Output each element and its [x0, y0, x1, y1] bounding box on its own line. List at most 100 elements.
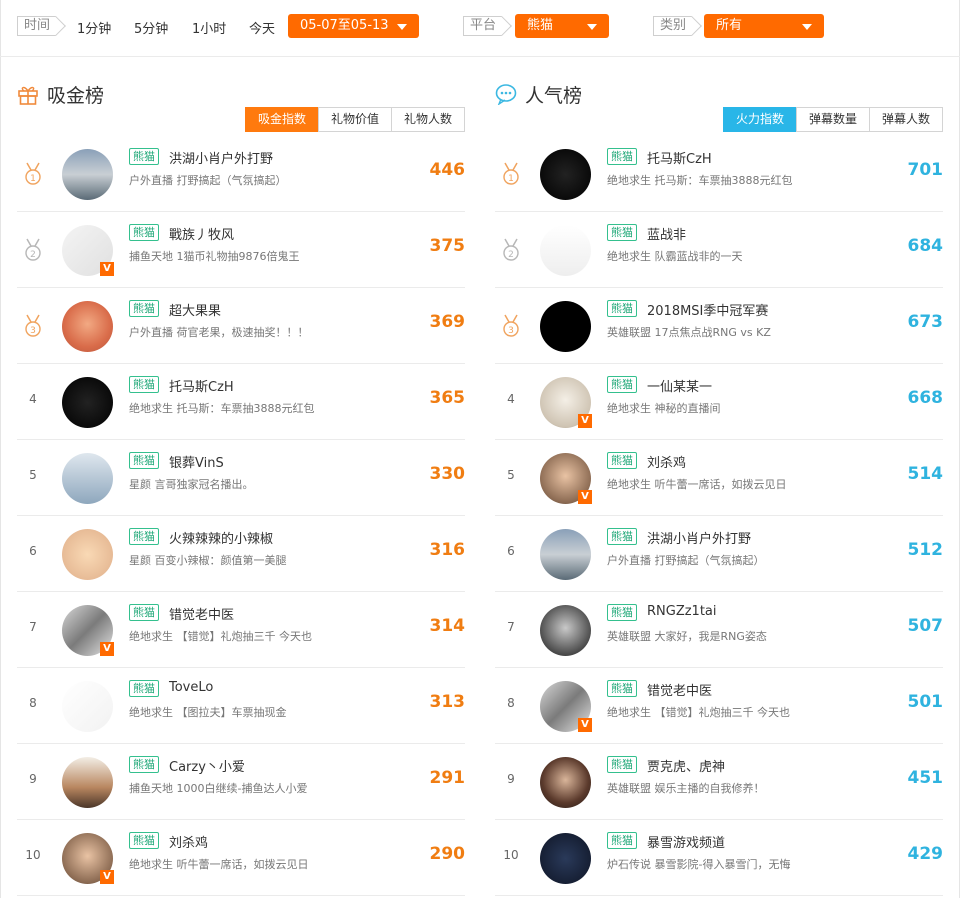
ranking-row[interactable]: 10 V 熊猫 刘杀鸡 绝地求生 听牛蕾一席话，如拨云见日 290 [17, 820, 465, 896]
streamer-name[interactable]: 超大果果 [169, 300, 221, 319]
streamer-name[interactable]: 2018MSI季中冠军赛 [647, 300, 768, 319]
ranking-row[interactable]: 6 熊猫 火辣辣辣的小辣椒 星颜 百变小辣椒：颜值第一美腿 316 [17, 516, 465, 592]
rank-number: 5 [29, 468, 37, 482]
ranking-row[interactable]: 11熊猫托马斯CzH绝地求生 托马斯：车票抽3888元红包701 [495, 136, 943, 212]
streamer-name[interactable]: 错觉老中医 [647, 680, 712, 699]
streamer-name[interactable]: Carzy丶小爱 [169, 756, 245, 775]
avatar[interactable] [62, 149, 113, 200]
platform-badge: 熊猫 [129, 680, 159, 697]
stream-description: 捕鱼天地 1猫币礼物抽9876倍鬼王 [129, 250, 300, 263]
streamer-name[interactable]: 洪湖小肖户外打野 [647, 528, 751, 547]
tab-gift-count[interactable]: 礼物人数 [390, 107, 465, 132]
avatar[interactable] [62, 757, 113, 808]
avatar[interactable] [540, 301, 591, 352]
tab-danmaku-count[interactable]: 弹幕数量 [795, 107, 870, 132]
rank-number: 6 [507, 544, 515, 558]
time-filter-label: 时间 [17, 16, 57, 36]
svg-text:3: 3 [30, 326, 36, 336]
avatar[interactable] [62, 529, 113, 580]
streamer-name[interactable]: 火辣辣辣的小辣椒 [169, 528, 273, 547]
streamer-name[interactable]: RNGZz1tai [647, 604, 717, 619]
time-option-1hour[interactable]: 1小时 [192, 18, 226, 37]
platform-badge: 熊猫 [129, 224, 159, 241]
ranking-row[interactable]: 4 熊猫 托马斯CzH 绝地求生 托马斯：车票抽3888元红包 365 [17, 364, 465, 440]
score-value: 313 [429, 692, 466, 712]
streamer-name[interactable]: 贾克虎、虎神 [647, 756, 725, 775]
svg-text:1: 1 [508, 174, 514, 184]
streamer-name[interactable]: 一仙某某一 [647, 376, 712, 395]
caret-down-icon [802, 24, 812, 30]
avatar[interactable] [62, 301, 113, 352]
avatar[interactable] [540, 529, 591, 580]
platform-badge: 熊猫 [607, 452, 637, 469]
streamer-name[interactable]: 戰族丿牧风 [169, 224, 234, 243]
avatar[interactable] [540, 225, 591, 276]
platform-badge: 熊猫 [607, 376, 637, 393]
score-value: 684 [907, 236, 944, 256]
medal-rank-2-icon: 2 [25, 238, 41, 261]
ranking-row[interactable]: 33熊猫超大果果户外直播 荷官老果，极速抽奖！！！369 [17, 288, 465, 364]
tab-gold-index[interactable]: 吸金指数 [244, 107, 319, 132]
streamer-name[interactable]: 洪湖小肖户外打野 [169, 148, 273, 167]
ranking-row[interactable]: 6 熊猫 洪湖小肖户外打野 户外直播 打野搞起（气氛搞起） 512 [495, 516, 943, 592]
stream-description: 炉石传说 暴雪影院-得入暴雪门，无悔 [607, 858, 791, 871]
svg-text:2: 2 [30, 250, 36, 260]
ranking-row[interactable]: 9 熊猫 Carzy丶小爱 捕鱼天地 1000白继续-捕鱼达人小爱 291 [17, 744, 465, 820]
stream-description: 绝地求生 神秘的直播间 [607, 402, 721, 415]
time-option-1min[interactable]: 1分钟 [77, 18, 111, 37]
stream-description: 英雄联盟 17点焦点战RNG vs KZ [607, 326, 771, 339]
ranking-row[interactable]: 33熊猫2018MSI季中冠军赛英雄联盟 17点焦点战RNG vs KZ673 [495, 288, 943, 364]
ranking-row[interactable]: 8 熊猫 ToveLo 绝地求生 【图拉夫】车票抽现金 313 [17, 668, 465, 744]
avatar[interactable] [540, 149, 591, 200]
medal-rank-1-icon: 1 [25, 162, 41, 185]
avatar[interactable] [540, 757, 591, 808]
platform-badge: 熊猫 [129, 756, 159, 773]
stream-description: 绝地求生 【图拉夫】车票抽现金 [129, 706, 287, 719]
streamer-name[interactable]: 银葬VinS [169, 452, 224, 471]
avatar[interactable] [540, 605, 591, 656]
rank-number: 10 [25, 848, 41, 862]
platform-badge: 熊猫 [607, 528, 637, 545]
avatar[interactable] [540, 833, 591, 884]
avatar[interactable] [62, 453, 113, 504]
category-select[interactable]: 所有 [704, 14, 824, 38]
streamer-name[interactable]: ToveLo [169, 680, 213, 695]
ranking-row[interactable]: 22V熊猫戰族丿牧风捕鱼天地 1猫币礼物抽9876倍鬼王375 [17, 212, 465, 288]
popularity-ranking-list: 11熊猫托马斯CzH绝地求生 托马斯：车票抽3888元红包70122熊猫蓝战非绝… [495, 136, 943, 896]
ranking-row[interactable]: 9 熊猫 贾克虎、虎神 英雄联盟 娱乐主播的自我修养！ 451 [495, 744, 943, 820]
svg-text:1: 1 [30, 174, 36, 184]
tab-danmaku-users[interactable]: 弹幕人数 [868, 107, 943, 132]
rank-number: 7 [507, 620, 515, 634]
streamer-name[interactable]: 刘杀鸡 [169, 832, 208, 851]
medal-rank-2-icon: 2 [503, 238, 519, 261]
streamer-name[interactable]: 蓝战非 [647, 224, 686, 243]
stream-description: 英雄联盟 大家好，我是RNG姿态 [607, 630, 767, 643]
streamer-name[interactable]: 暴雪游戏频道 [647, 832, 725, 851]
tab-fire-index[interactable]: 火力指数 [722, 107, 797, 132]
time-option-today[interactable]: 今天 [249, 18, 275, 37]
ranking-row[interactable]: 5 熊猫 银葬VinS 星颜 言哥独家冠名播出。 330 [17, 440, 465, 516]
ranking-row[interactable]: 22熊猫蓝战非绝地求生 队霸蓝战非的一天684 [495, 212, 943, 288]
streamer-name[interactable]: 刘杀鸡 [647, 452, 686, 471]
avatar[interactable] [62, 681, 113, 732]
streamer-name[interactable]: 错觉老中医 [169, 604, 234, 623]
date-range-select[interactable]: 05-07至05-13 [288, 14, 419, 38]
tab-gift-value[interactable]: 礼物价值 [317, 107, 392, 132]
platform-select[interactable]: 熊猫 [515, 14, 609, 38]
medal-rank-1-icon: 1 [503, 162, 519, 185]
ranking-row[interactable]: 11熊猫洪湖小肖户外打野户外直播 打野搞起（气氛搞起）446 [17, 136, 465, 212]
ranking-row[interactable]: 5 V 熊猫 刘杀鸡 绝地求生 听牛蕾一席话，如拨云见日 514 [495, 440, 943, 516]
score-value: 446 [429, 160, 466, 180]
chat-bubble-icon [495, 84, 517, 105]
time-option-5min[interactable]: 5分钟 [134, 18, 168, 37]
ranking-row[interactable]: 10 熊猫 暴雪游戏频道 炉石传说 暴雪影院-得入暴雪门，无悔 429 [495, 820, 943, 896]
ranking-row[interactable]: 4 V 熊猫 一仙某某一 绝地求生 神秘的直播间 668 [495, 364, 943, 440]
ranking-row[interactable]: 7 V 熊猫 错觉老中医 绝地求生 【错觉】礼炮抽三千 今天也 314 [17, 592, 465, 668]
ranking-row[interactable]: 7 熊猫 RNGZz1tai 英雄联盟 大家好，我是RNG姿态 507 [495, 592, 943, 668]
streamer-name[interactable]: 托马斯CzH [647, 148, 712, 167]
caret-down-icon [397, 24, 407, 30]
medal-rank-3-icon: 3 [25, 314, 41, 337]
streamer-name[interactable]: 托马斯CzH [169, 376, 234, 395]
avatar[interactable] [62, 377, 113, 428]
ranking-row[interactable]: 8 V 熊猫 错觉老中医 绝地求生 【错觉】礼炮抽三千 今天也 501 [495, 668, 943, 744]
